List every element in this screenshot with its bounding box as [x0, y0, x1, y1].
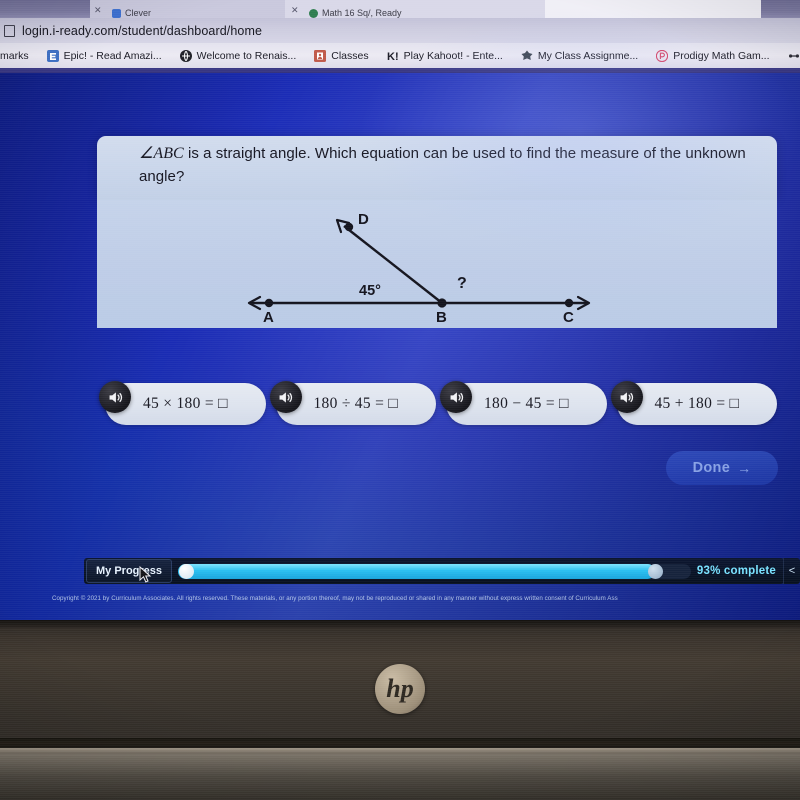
epic-icon — [46, 49, 59, 62]
angle-diagram: A B C D 45° ? — [247, 211, 591, 326]
bookmark-label: Epic! - Read Amazi... — [63, 49, 162, 62]
answer-label: 180 ÷ 45 = □ — [313, 395, 398, 412]
hp-logo: hp — [375, 664, 425, 714]
tab-close-icon[interactable]: ✕ — [291, 5, 299, 16]
laptop-hinge — [0, 738, 800, 748]
point-label-c: C — [563, 309, 574, 326]
iready-icon — [309, 9, 318, 18]
done-label: Done — [692, 460, 731, 476]
laptop-base — [0, 748, 800, 800]
progress-start-knob — [179, 563, 195, 579]
answer-label: 45 × 180 = □ — [143, 395, 228, 412]
browser-tab-1[interactable]: ✕ Clever — [90, 0, 296, 19]
bookmark-epic[interactable]: Epic! - Read Amazi... — [38, 49, 171, 62]
answer-label: 180 − 45 = □ — [484, 395, 569, 412]
my-progress-button[interactable]: My Progress — [86, 559, 173, 583]
bookmarks-label: marks — [0, 49, 29, 62]
mouse-cursor — [139, 566, 152, 583]
bookmarks-overflow-label: marks — [0, 50, 38, 62]
laptop-base-lip — [0, 748, 800, 754]
answer-choice-a[interactable]: 45 × 180 = □ — [99, 381, 266, 425]
bookmark-kahoot[interactable]: K! Play Kahoot! - Ente... — [378, 50, 512, 62]
tab-title: Math 16 Sq/, Ready — [322, 8, 402, 18]
progress-fill — [178, 563, 655, 579]
answer-choice-c[interactable]: 180 − 45 = □ — [440, 381, 607, 425]
progress-track[interactable] — [178, 563, 691, 579]
answer-label: 45 + 180 = □ — [654, 395, 740, 412]
copyright-text: Copyright © 2021 by Curriculum Associate… — [52, 595, 618, 602]
bookmark-class-assignments[interactable]: My Class Assignme... — [512, 50, 647, 62]
diagram-panel: A B C D 45° ? — [97, 200, 777, 328]
speaker-icon[interactable] — [269, 381, 302, 413]
bookmark-label: Play Kahoot! - Ente... — [403, 49, 503, 62]
question-card: ∠ABC is a straight angle. Which equation… — [97, 136, 777, 200]
browser-tab-2[interactable]: ✕ Math 16 Sq/, Ready — [285, 0, 551, 19]
speaker-icon[interactable] — [440, 381, 472, 413]
answer-choice-d[interactable]: 45 + 180 = □ — [610, 381, 777, 425]
question-body: is a straight angle. Which equation can … — [139, 145, 746, 185]
point-label-d: D — [358, 211, 369, 228]
laptop-photo: ✕ Clever ✕ Math 16 Sq/, Ready login.i-re… — [0, 0, 800, 800]
progress-percent-label: 93% complete — [696, 565, 776, 577]
arrow-right-icon: → — [737, 460, 752, 476]
speaker-icon[interactable] — [610, 381, 643, 413]
bookmark-prodigy[interactable]: Prodigy Math Gam... — [647, 49, 778, 62]
browser-tab-strip: ✕ Clever ✕ Math 16 Sq/, Ready — [0, 0, 800, 19]
answer-choice-b[interactable]: 180 ÷ 45 = □ — [269, 381, 436, 425]
tab-close-icon[interactable]: ✕ — [94, 5, 102, 16]
unknown-angle-label: ? — [457, 275, 467, 292]
progress-footer: My Progress 93% complete < — [84, 558, 800, 584]
renaissance-icon — [179, 49, 192, 62]
browser-tab-3[interactable] — [545, 0, 761, 19]
clever-icon — [112, 9, 121, 18]
bookmark-seesaw[interactable]: Seesaw — [779, 50, 800, 62]
bookmark-classes[interactable]: Classes — [305, 49, 377, 62]
browser-address-bar[interactable]: login.i-ready.com/student/dashboard/home — [0, 18, 800, 43]
iready-lesson-page: ∠ABC is a straight angle. Which equation… — [0, 7, 800, 620]
page-info-icon[interactable] — [4, 24, 15, 37]
bookmark-renaissance[interactable]: Welcome to Renais... — [171, 49, 306, 62]
progress-end-knob[interactable] — [647, 563, 663, 579]
kahoot-icon: K! — [387, 51, 399, 62]
bookmark-label: Prodigy Math Gam... — [673, 49, 770, 62]
collapse-progress-button[interactable]: < — [783, 558, 800, 584]
angle-abc-label: ∠ABC — [139, 145, 184, 162]
done-button[interactable]: Done → — [666, 451, 778, 485]
bookmark-label: My Class Assignme... — [537, 49, 639, 62]
question-text: ∠ABC is a straight angle. Which equation… — [139, 143, 764, 187]
answer-choices: 45 × 180 = □ 180 ÷ 45 = □ 180 − 45 = □ 4… — [99, 380, 777, 428]
laptop-bezel: hp — [0, 620, 800, 800]
bookmark-label: Classes — [331, 49, 369, 62]
laptop-screen: ✕ Clever ✕ Math 16 Sq/, Ready login.i-re… — [0, 0, 800, 620]
url-text: login.i-ready.com/student/dashboard/home — [22, 23, 263, 38]
assignments-icon — [521, 50, 533, 60]
bookmarks-bar: marks Epic! - Read Amazi... Welcome to R… — [0, 43, 800, 68]
point-label-b: B — [436, 309, 447, 326]
angle-measure-label: 45° — [359, 283, 381, 299]
bezel-top-edge — [0, 620, 800, 628]
point-label-a: A — [263, 309, 274, 326]
collapse-label: < — [788, 565, 796, 577]
tab-title: Clever — [125, 8, 152, 18]
bookmark-label: Welcome to Renais... — [196, 49, 297, 62]
seesaw-icon — [788, 53, 799, 58]
speaker-icon[interactable] — [99, 381, 131, 413]
classes-icon — [314, 49, 327, 62]
prodigy-icon — [656, 49, 669, 62]
svg-text:K!: K! — [387, 51, 399, 62]
